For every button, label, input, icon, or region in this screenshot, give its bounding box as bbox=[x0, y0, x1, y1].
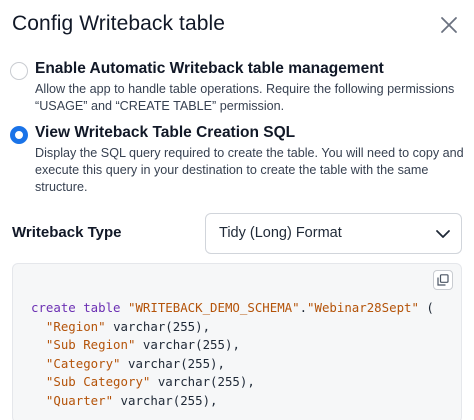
sql-table-name: "Webinar28Sept" bbox=[307, 300, 419, 315]
sql-column-name: "Quarter" bbox=[45, 392, 114, 408]
chevron-down-icon bbox=[436, 230, 450, 238]
option-description: Display the SQL query required to create… bbox=[35, 146, 464, 194]
writeback-type-value: Tidy (Long) Format bbox=[219, 225, 342, 241]
sql-schema-name: "WRITEBACK_DEMO_SCHEMA" bbox=[128, 300, 300, 315]
sql-column-type: varchar(255), bbox=[128, 355, 225, 371]
option-title: View Writeback Table Creation SQL bbox=[35, 124, 296, 141]
sql-column-name: "Sub Region" bbox=[45, 337, 136, 352]
radio-view-sql[interactable] bbox=[10, 126, 28, 144]
option-title: Enable Automatic Writeback table managem… bbox=[35, 60, 384, 77]
copy-icon bbox=[437, 274, 449, 286]
close-button[interactable] bbox=[436, 12, 462, 38]
sql-code: create table "WRITEBACK_DEMO_SCHEMA"."We… bbox=[31, 299, 434, 410]
sql-code-block: create table "WRITEBACK_DEMO_SCHEMA"."We… bbox=[12, 263, 462, 420]
copy-button[interactable] bbox=[433, 270, 453, 290]
sql-open-paren: ( bbox=[418, 300, 434, 315]
sql-indent bbox=[31, 393, 46, 408]
close-icon bbox=[441, 17, 457, 33]
dialog-title: Config Writeback table bbox=[12, 12, 226, 35]
sql-indent bbox=[31, 374, 46, 389]
sql-column-name: "Category" bbox=[45, 355, 121, 371]
sql-indent bbox=[31, 337, 46, 352]
sql-indent bbox=[31, 319, 46, 334]
sql-column-type: varchar(255), bbox=[120, 392, 218, 408]
sql-column-type: varchar(255), bbox=[157, 374, 255, 389]
sql-column-type: varchar(255), bbox=[113, 318, 211, 334]
sql-indent bbox=[31, 356, 46, 371]
sql-column-name: "Region" bbox=[45, 318, 106, 334]
sql-column-name: "Sub Category" bbox=[45, 374, 151, 389]
sql-keyword: create table bbox=[31, 300, 121, 315]
sql-dot: . bbox=[299, 300, 308, 315]
writeback-type-select[interactable]: Tidy (Long) Format bbox=[205, 213, 462, 254]
option-description: Allow the app to handle table operations… bbox=[35, 82, 455, 113]
radio-automatic-management[interactable] bbox=[10, 62, 28, 80]
dialog-header: Config Writeback table bbox=[12, 10, 462, 42]
sql-column-type: varchar(255), bbox=[142, 337, 240, 352]
writeback-type-label: Writeback Type bbox=[12, 224, 122, 241]
